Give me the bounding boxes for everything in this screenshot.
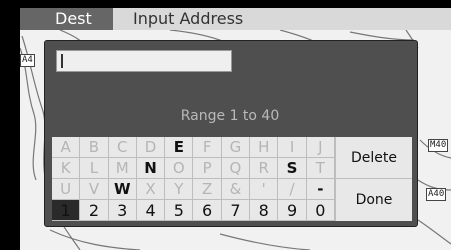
key-s[interactable]: S: [278, 158, 307, 179]
navigation-screen: A4 M40 A40 Dest Input Address Range 1 to…: [0, 0, 451, 250]
key-g: G: [221, 137, 251, 158]
key-a: A: [52, 137, 81, 158]
key-w[interactable]: W: [108, 179, 137, 200]
road-label-a4: A4: [20, 54, 35, 67]
key-k: K: [52, 158, 81, 179]
done-button[interactable]: Done: [335, 179, 412, 221]
tab-dest[interactable]: Dest: [20, 8, 113, 30]
key-f: F: [193, 137, 222, 158]
key-4[interactable]: 4: [136, 200, 166, 221]
key-hyphen[interactable]: -: [306, 179, 335, 200]
keyboard-actions: Delete Done: [335, 137, 412, 221]
key-v: V: [80, 179, 109, 200]
road-label-a40: A40: [426, 188, 447, 201]
road-label-m40: M40: [428, 139, 449, 152]
key-6[interactable]: 6: [193, 200, 222, 221]
key-l: L: [80, 158, 109, 179]
delete-button[interactable]: Delete: [335, 137, 412, 179]
key-u: U: [52, 179, 81, 200]
key-d: D: [136, 137, 166, 158]
key-n[interactable]: N: [136, 158, 166, 179]
key-q: Q: [221, 158, 251, 179]
key-0[interactable]: 0: [306, 200, 335, 221]
key-p: P: [193, 158, 222, 179]
key-h: H: [250, 137, 279, 158]
key-m: M: [108, 158, 137, 179]
key-e[interactable]: E: [165, 137, 194, 158]
tab-input-address[interactable]: Input Address: [113, 8, 451, 30]
key-9[interactable]: 9: [278, 200, 307, 221]
key-2[interactable]: 2: [80, 200, 109, 221]
key-7[interactable]: 7: [221, 200, 251, 221]
key-o: O: [165, 158, 194, 179]
key-x: X: [136, 179, 166, 200]
text-cursor: [61, 54, 63, 68]
key-j: J: [306, 137, 335, 158]
key-t: T: [306, 158, 335, 179]
key-c: C: [108, 137, 137, 158]
key-y: Y: [165, 179, 194, 200]
key-z: Z: [193, 179, 222, 200]
address-input-field[interactable]: [56, 50, 232, 72]
key-b: B: [80, 137, 109, 158]
key-3[interactable]: 3: [108, 200, 137, 221]
key-5[interactable]: 5: [165, 200, 194, 221]
key-8[interactable]: 8: [250, 200, 279, 221]
range-hint: Range 1 to 40: [180, 108, 280, 124]
keyboard-grid: A B C D E F G H I J K L M N O P Q R S T U V W X Y Z & ' / - 1 2 3 4 5 6 7 8 9 0: [52, 137, 335, 221]
key-1[interactable]: 1: [52, 200, 81, 221]
key-r: R: [250, 158, 279, 179]
key-apostrophe: ': [250, 179, 279, 200]
key-ampersand: &: [221, 179, 251, 200]
key-slash: /: [278, 179, 307, 200]
key-i: I: [278, 137, 307, 158]
keyboard: A B C D E F G H I J K L M N O P Q R S T U V W X Y Z & ' / - 1 2 3 4 5 6 7 8 9 0: [52, 137, 335, 221]
